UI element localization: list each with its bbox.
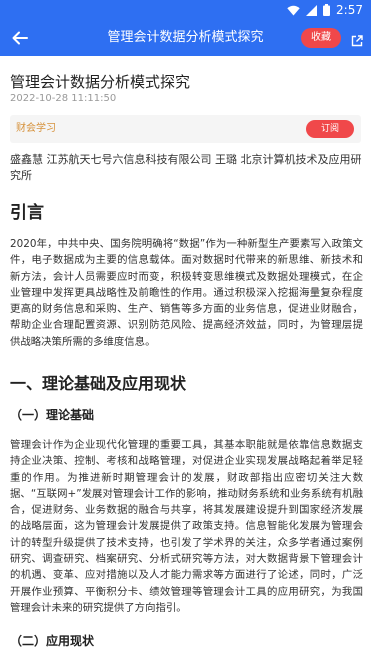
wifi-icon — [287, 5, 300, 16]
column-name[interactable]: 财会学习 — [16, 115, 56, 143]
share-icon[interactable] — [351, 32, 363, 47]
intro-heading: 引言 — [10, 203, 44, 223]
subscribe-bar: 财会学习 订阅 — [10, 115, 361, 143]
section-heading: 一、理论基础及应用现状 — [10, 374, 187, 393]
subscribe-button[interactable]: 订阅 — [306, 120, 354, 138]
article-title: 管理会计数据分析模式探究 — [10, 73, 191, 91]
article-date: 2022-10-28 11:11:50 — [10, 93, 117, 104]
theory-paragraph: 管理会计作为企业现代化管理的重要工具，其基本职能就是依靠信息数据支持企业决策、控… — [10, 439, 363, 614]
battery-icon — [323, 4, 331, 16]
status-time: 2:57 — [336, 3, 363, 17]
subsection-heading: （一）理论基础 — [10, 408, 95, 422]
app-bar: 管理会计数据分析模式探究 收藏 — [0, 20, 371, 56]
subsection-heading-2: （二）应用现状 — [10, 634, 95, 648]
collect-button[interactable]: 收藏 — [301, 28, 341, 48]
status-bar: 2:57 — [0, 0, 371, 20]
intro-paragraph: 2020年，中共中央、国务院明确将“数据”作为一种新型生产要素写入政策文件，电子… — [10, 238, 363, 348]
signal-icon — [306, 4, 318, 16]
article-authors: 盛鑫慧 江苏航天七号六信息科技有限公司 王璐 北京计算机技术及应用研究所 — [10, 153, 362, 182]
